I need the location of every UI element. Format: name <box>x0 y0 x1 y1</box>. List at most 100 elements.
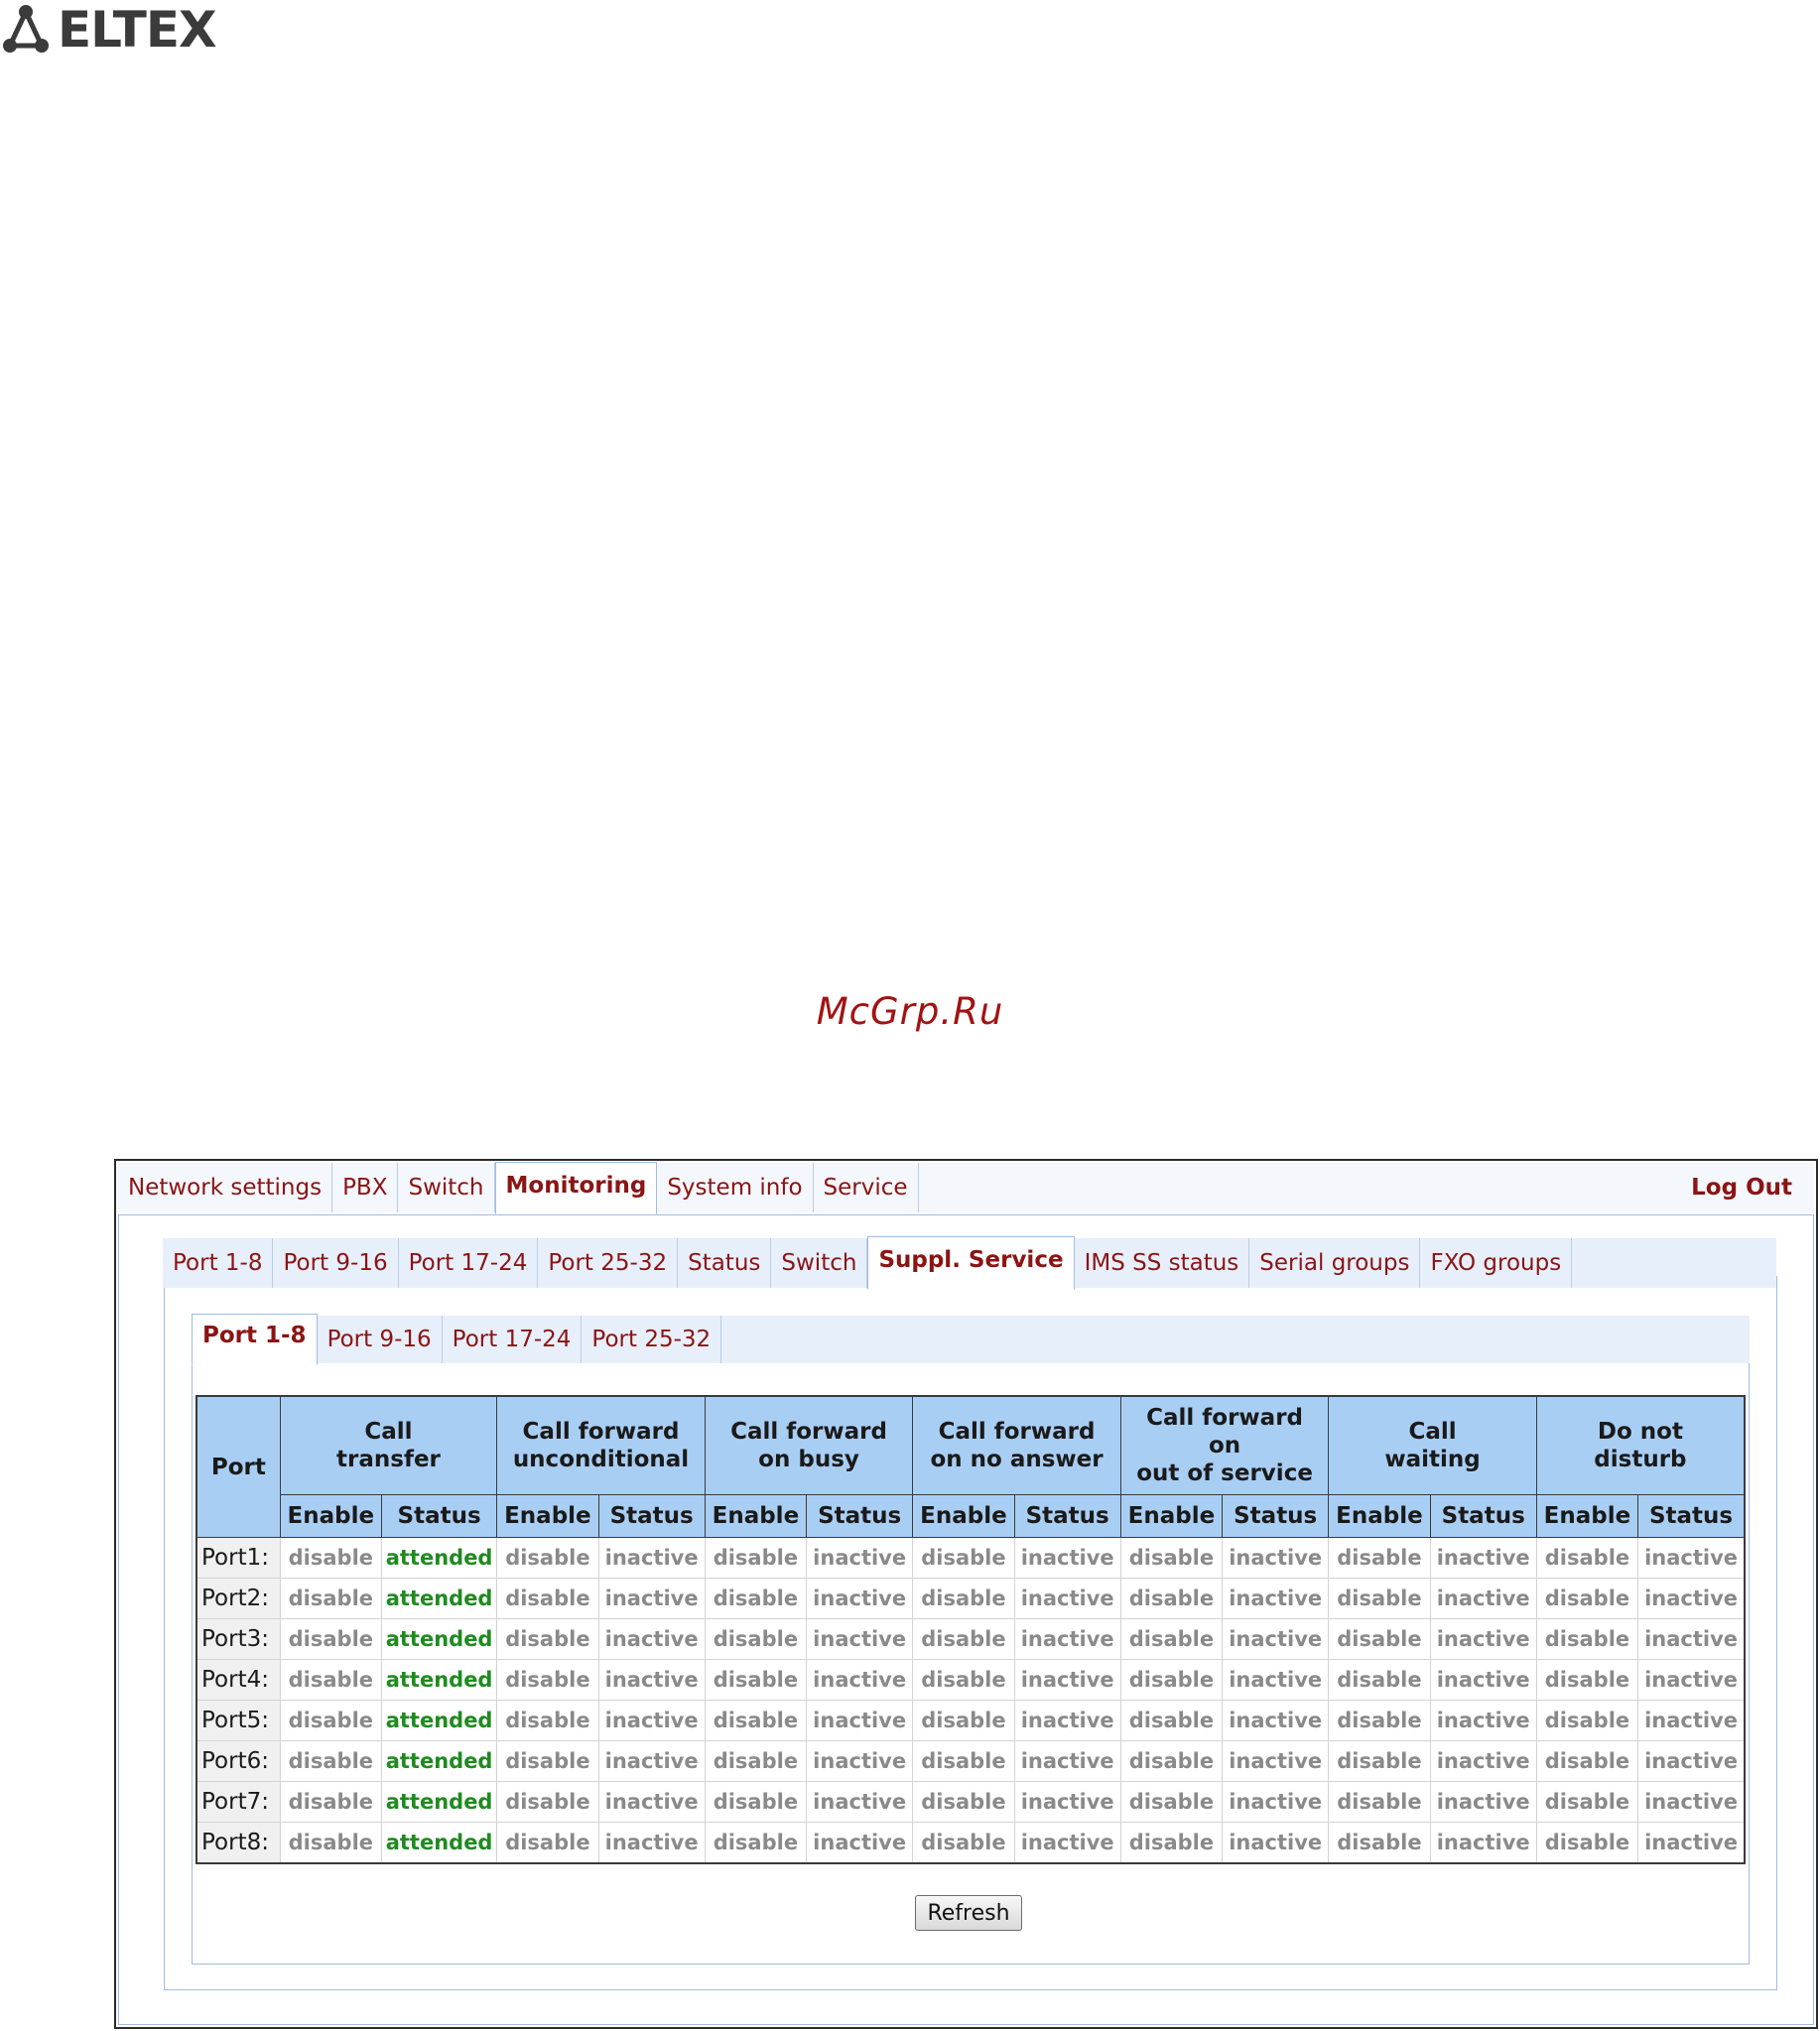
enable-cell: disable <box>704 1781 808 1823</box>
logo-text: ELTEX <box>58 1 217 59</box>
enable-cell: disable <box>704 1659 808 1701</box>
tab-system-info[interactable]: System info <box>657 1163 814 1212</box>
enable-cell: disable <box>1119 1781 1224 1823</box>
enable-cell: disable <box>279 1740 382 1782</box>
status-cell: inactive <box>1637 1700 1746 1741</box>
status-cell: inactive <box>597 1659 706 1701</box>
status-cell: inactive <box>1429 1700 1537 1741</box>
table-row: Port2: disable attended disable inactive disa… <box>195 1578 1746 1619</box>
subtab-switch[interactable]: Switch <box>771 1238 868 1288</box>
status-header: Status <box>380 1494 498 1538</box>
header-do-not-disturb: Do not disturb <box>1535 1395 1746 1495</box>
enable-cell: disable <box>279 1700 382 1741</box>
suppl-service-table-body: Port1: disable attended disable inactive disa… <box>195 1537 1746 1864</box>
port-tab-9-16[interactable]: Port 9-16 <box>318 1316 443 1363</box>
main-tab-bar: Network settings PBX Switch Monitoring S… <box>118 1162 1814 1214</box>
status-cell: attended <box>380 1822 498 1864</box>
enable-header: Enable <box>1535 1494 1639 1538</box>
subtab-ims-ss-status[interactable]: IMS SS status <box>1075 1238 1250 1288</box>
enable-cell: disable <box>1535 1700 1639 1741</box>
status-cell: inactive <box>1222 1537 1330 1579</box>
enable-cell: disable <box>912 1659 1015 1701</box>
web-interface-window: Network settings PBX Switch Monitoring S… <box>114 1159 1818 2029</box>
subtab-port-25-32[interactable]: Port 25-32 <box>538 1238 679 1288</box>
status-cell: inactive <box>1429 1781 1537 1823</box>
enable-cell: disable <box>912 1578 1015 1619</box>
port-tab-1-8[interactable]: Port 1-8 <box>192 1314 318 1365</box>
tab-pbx[interactable]: PBX <box>332 1163 399 1212</box>
subtab-fxo-groups[interactable]: FXO groups <box>1420 1238 1573 1288</box>
status-cell: inactive <box>1637 1822 1746 1864</box>
status-cell: inactive <box>806 1822 914 1864</box>
subtab-port-9-16[interactable]: Port 9-16 <box>273 1238 399 1288</box>
enable-cell: disable <box>912 1781 1015 1823</box>
status-cell: inactive <box>806 1618 914 1660</box>
enable-cell: disable <box>1119 1537 1224 1579</box>
port-name-cell: Port1: <box>195 1537 281 1579</box>
enable-cell: disable <box>1328 1740 1431 1782</box>
table-row: Port4: disable attended disable inactive disa… <box>195 1659 1746 1701</box>
status-cell: attended <box>380 1578 498 1619</box>
status-header: Status <box>1429 1494 1537 1538</box>
header-cf-no-answer: Call forward on no answer <box>912 1395 1121 1495</box>
status-cell: inactive <box>1222 1578 1330 1619</box>
status-cell: attended <box>380 1781 498 1823</box>
status-cell: inactive <box>806 1700 914 1741</box>
status-cell: inactive <box>1429 1740 1537 1782</box>
table-row: Port3: disable attended disable inactive disa… <box>195 1618 1746 1660</box>
tab-switch[interactable]: Switch <box>398 1163 495 1212</box>
status-cell: attended <box>380 1537 498 1579</box>
table-row: Port7: disable attended disable inactive disa… <box>195 1781 1746 1823</box>
group-header-row: Port Call transfer Call forward unconditio… <box>195 1395 1746 1538</box>
enable-cell: disable <box>279 1537 382 1579</box>
table-row: Port5: disable attended disable inactive disa… <box>195 1700 1746 1741</box>
status-header: Status <box>1222 1494 1330 1538</box>
enable-cell: disable <box>279 1781 382 1823</box>
subtab-suppl-service[interactable]: Suppl. Service <box>867 1236 1075 1290</box>
enable-header: Enable <box>1119 1494 1224 1538</box>
port-name-cell: Port8: <box>195 1822 281 1864</box>
refresh-button[interactable]: Refresh <box>915 1895 1022 1931</box>
status-cell: attended <box>380 1740 498 1782</box>
port-range-tab-bar: Port 1-8 Port 9-16 Port 17-24 Port 25-32 <box>192 1314 1750 1365</box>
status-cell: inactive <box>597 1822 706 1864</box>
status-cell: inactive <box>597 1578 706 1619</box>
enable-cell: disable <box>1119 1578 1224 1619</box>
status-cell: inactive <box>1013 1578 1121 1619</box>
enable-cell: disable <box>704 1740 808 1782</box>
enable-cell: disable <box>1328 1578 1431 1619</box>
enable-cell: disable <box>496 1537 599 1579</box>
status-header: Status <box>1637 1494 1746 1538</box>
subtab-port-17-24[interactable]: Port 17-24 <box>399 1238 539 1288</box>
logout-link[interactable]: Log Out <box>1691 1163 1792 1212</box>
enable-cell: disable <box>496 1822 599 1864</box>
enable-cell: disable <box>279 1659 382 1701</box>
status-cell: inactive <box>1637 1659 1746 1701</box>
status-cell: inactive <box>1013 1740 1121 1782</box>
status-header: Status <box>1013 1494 1121 1538</box>
subtab-port-1-8[interactable]: Port 1-8 <box>163 1238 274 1288</box>
header-cf-busy: Call forward on busy <box>704 1395 914 1495</box>
status-cell: inactive <box>1013 1822 1121 1864</box>
status-cell: inactive <box>1637 1740 1746 1782</box>
port-tab-17-24[interactable]: Port 17-24 <box>443 1316 583 1363</box>
status-cell: inactive <box>1222 1700 1330 1741</box>
enable-cell: disable <box>1328 1700 1431 1741</box>
enable-cell: disable <box>1119 1700 1224 1741</box>
enable-header: Enable <box>279 1494 382 1538</box>
status-cell: inactive <box>1222 1740 1330 1782</box>
tab-monitoring[interactable]: Monitoring <box>494 1162 658 1214</box>
table-row: Port1: disable attended disable inactive disa… <box>195 1537 1746 1579</box>
table-row: Port6: disable attended disable inactive disa… <box>195 1740 1746 1782</box>
enable-cell: disable <box>1328 1781 1431 1823</box>
port-tab-25-32[interactable]: Port 25-32 <box>582 1316 722 1363</box>
status-cell: inactive <box>1013 1659 1121 1701</box>
tab-service[interactable]: Service <box>814 1163 919 1212</box>
subtab-serial-groups[interactable]: Serial groups <box>1249 1238 1421 1288</box>
enable-cell: disable <box>496 1659 599 1701</box>
status-cell: inactive <box>1637 1618 1746 1660</box>
status-cell: inactive <box>1637 1578 1746 1619</box>
status-cell: inactive <box>1222 1659 1330 1701</box>
subtab-status[interactable]: Status <box>678 1238 772 1288</box>
tab-network-settings[interactable]: Network settings <box>118 1163 333 1212</box>
